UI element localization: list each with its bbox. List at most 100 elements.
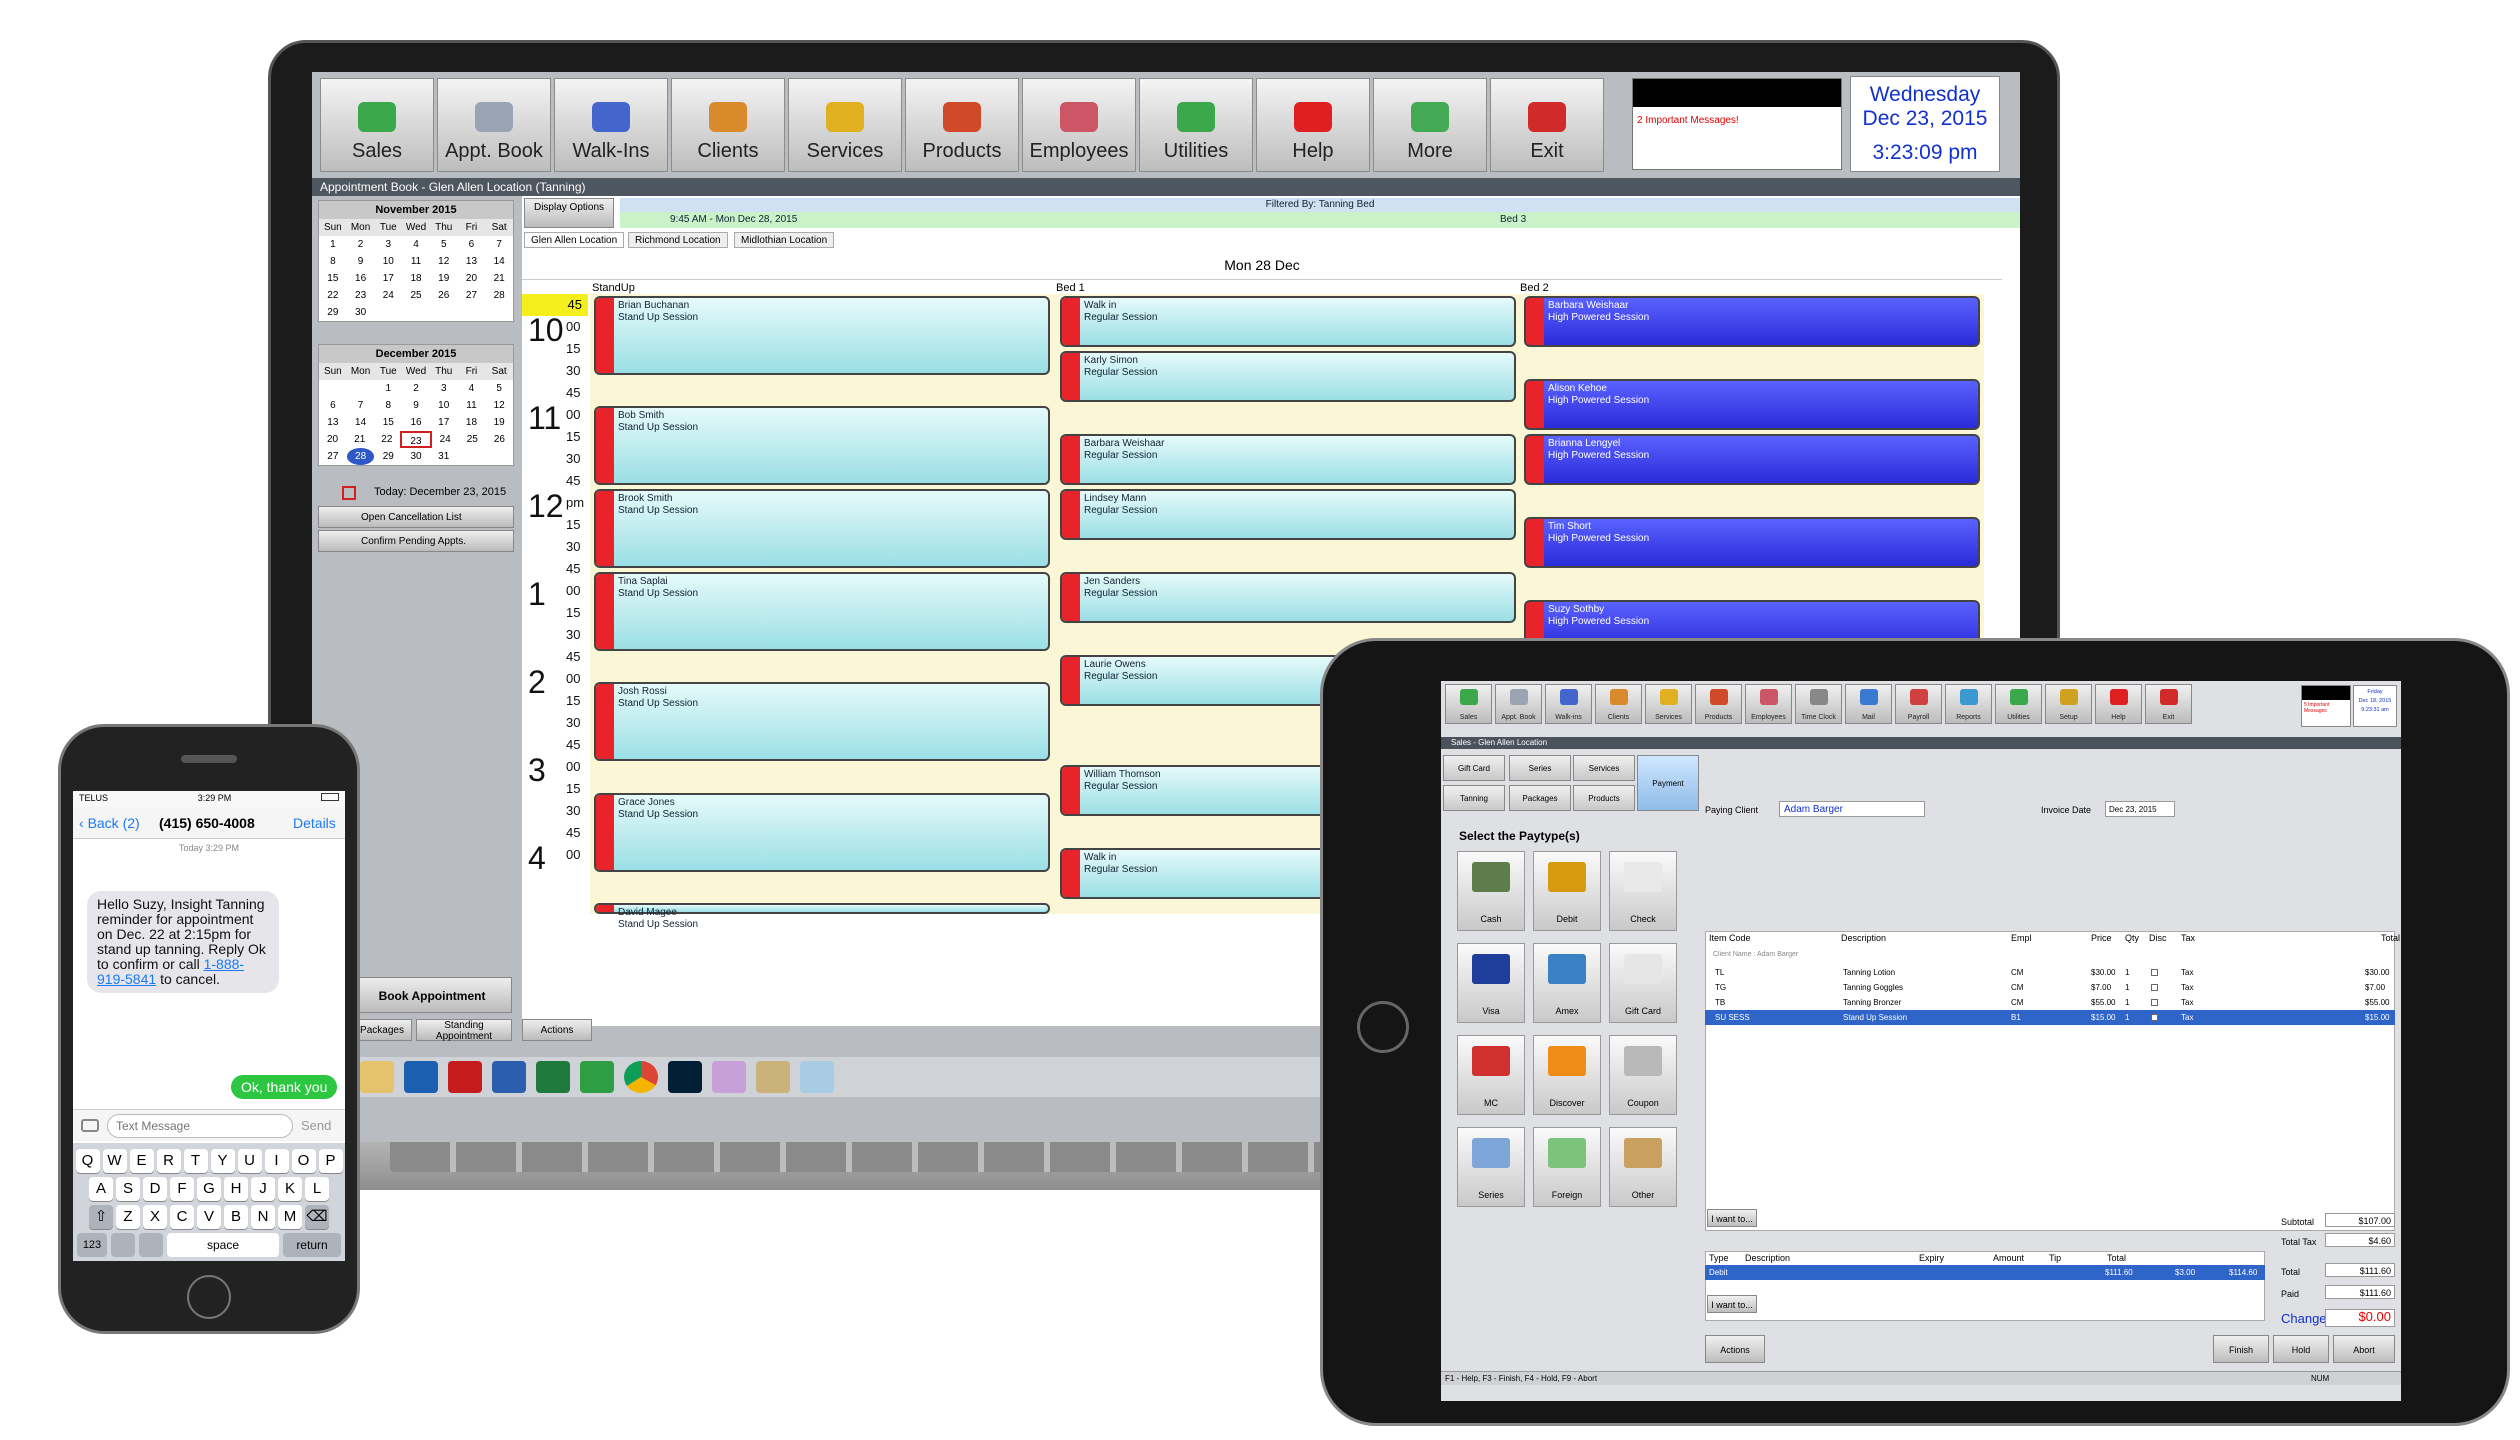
outlook-icon[interactable] (404, 1061, 438, 1093)
toolbar-services-button[interactable]: Services (788, 78, 902, 172)
appointment-block[interactable]: Josh Rossi Stand Up Session (594, 682, 1050, 762)
tablet-toolbar-setup-button[interactable]: Setup (2045, 684, 2092, 724)
excel-icon[interactable] (536, 1061, 570, 1093)
tablet-toolbar-employees-button[interactable]: Employees (1745, 684, 1792, 724)
calendar-day[interactable]: 26 (430, 287, 458, 304)
messages-box[interactable]: 2 Important Messages! (1632, 78, 1842, 170)
tablet-toolbar-appt-book-button[interactable]: Appt. Book (1495, 684, 1542, 724)
key-r[interactable]: R (156, 1149, 181, 1173)
appointment-block[interactable]: Walk in Regular Session (1060, 296, 1516, 348)
paytype-coupon[interactable]: Coupon (1609, 1035, 1677, 1115)
toolbar-more-button[interactable]: More (1373, 78, 1487, 172)
shift-key-icon[interactable]: ⇧ (89, 1205, 113, 1229)
tablet-toolbar-reports-button[interactable]: Reports (1945, 684, 1992, 724)
appointment-block[interactable]: Brian Buchanan Stand Up Session (594, 296, 1050, 375)
paytype-mc[interactable]: MC (1457, 1035, 1525, 1115)
key-i[interactable]: I (264, 1149, 289, 1173)
calendar-day[interactable]: 22 (319, 287, 347, 304)
calendar-day[interactable]: 5 (430, 236, 458, 253)
calendar-day[interactable]: 3 (430, 380, 458, 397)
key-g[interactable]: G (197, 1177, 221, 1201)
calendar-day[interactable]: 18 (402, 270, 430, 287)
calendar-day[interactable]: 30 (347, 304, 375, 321)
key-o[interactable]: O (291, 1149, 316, 1173)
key-l[interactable]: L (305, 1177, 329, 1201)
tablet-messages-box[interactable]: 5 Important Messages (2301, 685, 2351, 727)
calendar-day[interactable]: 6 (319, 397, 347, 414)
i-want-to-payment-button[interactable]: I want to... (1707, 1295, 1757, 1313)
item-disc-checkbox[interactable] (2151, 1014, 2158, 1021)
tablet-toolbar-products-button[interactable]: Products (1695, 684, 1742, 724)
key-q[interactable]: Q (75, 1149, 100, 1173)
appointment-block[interactable]: Brianna Lengyel High Powered Session (1524, 434, 1980, 486)
paying-client-field[interactable]: Adam Barger (1779, 801, 1925, 817)
key-f[interactable]: F (170, 1177, 194, 1201)
today-label[interactable]: Today: December 23, 2015 (374, 486, 506, 498)
key-123[interactable]: 123 (77, 1233, 107, 1257)
invoice-date-field[interactable]: Dec 23, 2015 (2105, 801, 2175, 817)
calendar-day[interactable]: 28 (346, 448, 375, 465)
calendar-day[interactable]: 27 (319, 448, 347, 465)
i-want-to-button[interactable]: I want to... (1707, 1209, 1757, 1227)
toolbar-utilities-button[interactable]: Utilities (1139, 78, 1253, 172)
calendar-day[interactable]: 29 (319, 304, 347, 321)
actions-button[interactable]: Actions (522, 1019, 592, 1041)
appointment-block[interactable]: Barbara Weishaar Regular Session (1060, 434, 1516, 486)
key-s[interactable]: S (116, 1177, 140, 1201)
calendar-day[interactable]: 9 (347, 253, 375, 270)
paytype-amex[interactable]: Amex (1533, 943, 1601, 1023)
tablet-toolbar-walk-ins-button[interactable]: Walk-ins (1545, 684, 1592, 724)
book-appointment-button[interactable]: Book Appointment (352, 977, 512, 1013)
appointment-block[interactable]: Brook Smith Stand Up Session (594, 489, 1050, 568)
confirm-pending-button[interactable]: Confirm Pending Appts. (318, 530, 514, 552)
toolbar-sales-button[interactable]: Sales (320, 78, 434, 172)
tab-midlothian[interactable]: Midlothian Location (734, 232, 835, 248)
sales-tab-packages[interactable]: Packages (1509, 785, 1571, 811)
calendar-day[interactable]: 23 (347, 287, 375, 304)
paytype-cash[interactable]: Cash (1457, 851, 1525, 931)
tablet-toolbar-time-clock-button[interactable]: Time Clock (1795, 684, 1842, 724)
key-u[interactable]: U (237, 1149, 262, 1173)
sales-tab-payment[interactable]: Payment (1637, 755, 1699, 811)
calendar-day[interactable]: 4 (458, 380, 486, 397)
text-message-input[interactable] (107, 1114, 293, 1138)
calendar-day[interactable]: 14 (485, 253, 513, 270)
calendar-day[interactable]: 31 (430, 448, 458, 465)
toolbar-clients-button[interactable]: Clients (671, 78, 785, 172)
chrome-icon[interactable] (624, 1061, 658, 1093)
send-button[interactable]: Send (301, 1118, 331, 1133)
paytype-gift-card[interactable]: Gift Card (1609, 943, 1677, 1023)
abort-button[interactable]: Abort (2333, 1335, 2395, 1363)
space-key[interactable]: space (167, 1233, 279, 1257)
tab-richmond[interactable]: Richmond Location (628, 232, 728, 248)
salon-app-icon[interactable] (800, 1061, 834, 1093)
paytype-check[interactable]: Check (1609, 851, 1677, 931)
appointment-block[interactable]: Bob Smith Stand Up Session (594, 406, 1050, 486)
toolbar-employees-button[interactable]: Employees (1022, 78, 1136, 172)
microphone-key-icon[interactable] (139, 1233, 163, 1257)
key-b[interactable]: B (224, 1205, 248, 1229)
open-cancellation-button[interactable]: Open Cancellation List (318, 506, 514, 528)
calendar-day[interactable]: 2 (347, 236, 375, 253)
calendar-day[interactable]: 3 (374, 236, 402, 253)
paytype-debit[interactable]: Debit (1533, 851, 1601, 931)
calendar-day[interactable]: 4 (402, 236, 430, 253)
calendar-day[interactable]: 11 (402, 253, 430, 270)
calendar-day[interactable]: 24 (432, 431, 459, 448)
key-t[interactable]: T (183, 1149, 208, 1173)
sales-tab-series[interactable]: Series (1509, 755, 1571, 781)
tab-glen-allen[interactable]: Glen Allen Location (524, 232, 625, 248)
details-link[interactable]: Details (293, 807, 336, 839)
appointment-block[interactable]: Karly Simon Regular Session (1060, 351, 1516, 403)
calendar-day[interactable]: 11 (458, 397, 486, 414)
tablet-messages-text[interactable]: 5 Important Messages (2302, 700, 2350, 716)
key-v[interactable]: V (197, 1205, 221, 1229)
messages-text[interactable]: 2 Important Messages! (1637, 115, 1739, 126)
calendar-day[interactable]: 24 (374, 287, 402, 304)
sales-tab-tanning[interactable]: Tanning (1443, 785, 1505, 811)
appointment-block[interactable]: Barbara Weishaar High Powered Session (1524, 296, 1980, 348)
calendar-day[interactable]: 25 (459, 431, 486, 448)
appointment-block[interactable]: Jen Sanders Regular Session (1060, 572, 1516, 624)
toolbar-appt-book-button[interactable]: Appt. Book (437, 78, 551, 172)
key-p[interactable]: P (318, 1149, 343, 1173)
